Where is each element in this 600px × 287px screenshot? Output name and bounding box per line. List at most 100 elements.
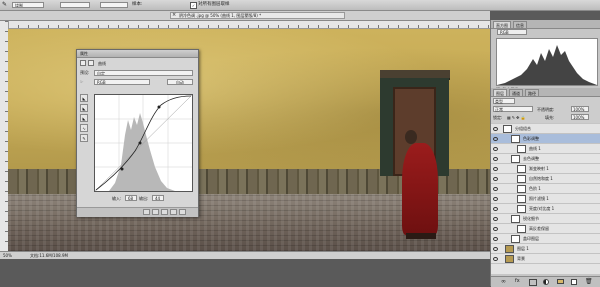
- eye-icon[interactable]: [493, 167, 498, 171]
- sample-size-select[interactable]: [60, 2, 90, 8]
- eye-icon[interactable]: [493, 197, 498, 201]
- panel-title-text: 属性: [80, 51, 88, 56]
- curve-graph[interactable]: [94, 94, 193, 192]
- panel-title[interactable]: 属性: [77, 50, 198, 58]
- layer-thumbnail-icon: [517, 205, 526, 213]
- tab-channels[interactable]: 通道: [509, 89, 523, 96]
- layer-name: 亮度/对比度 1: [529, 206, 555, 211]
- output-field[interactable]: 44: [152, 195, 164, 201]
- blend-mode-select[interactable]: 正常: [493, 106, 533, 112]
- new-layer-icon[interactable]: [571, 279, 577, 285]
- tab-info[interactable]: 信息: [513, 21, 527, 28]
- eye-icon[interactable]: [493, 207, 498, 211]
- tab-paths[interactable]: 路径: [525, 89, 539, 96]
- layer-row[interactable]: 色彩调整: [491, 134, 600, 144]
- sample-all-layers-checkbox[interactable]: ✓: [190, 2, 197, 9]
- curve-point[interactable]: [120, 167, 124, 171]
- eye-icon[interactable]: [493, 147, 498, 151]
- output-label: 输出:: [139, 196, 149, 201]
- layer-row[interactable]: 渐变映射 1: [491, 164, 600, 174]
- layer-row[interactable]: 图层 1: [491, 244, 600, 254]
- tab-layers[interactable]: 图层: [493, 89, 507, 96]
- link-layers-icon[interactable]: ∞: [501, 278, 506, 285]
- curve-point[interactable]: [138, 141, 142, 145]
- smooth-icon[interactable]: ✎: [80, 134, 88, 142]
- layer-name: 锐化细节: [523, 216, 539, 221]
- horizontal-ruler: [8, 21, 490, 29]
- sample-all-layers-label: 对所有图层取样: [198, 2, 230, 7]
- document-tab[interactable]: 阴冷色调 .jpg @ 50% (曲线 1, 图层蒙版/8) *: [170, 12, 345, 19]
- filter-row: 类型: [493, 98, 599, 105]
- layer-row[interactable]: 分组组合: [491, 124, 600, 134]
- preset-label: 预设:: [80, 70, 90, 75]
- layer-row[interactable]: 背景: [491, 254, 600, 264]
- layer-row[interactable]: 曲线 1: [491, 144, 600, 154]
- curves-header: 曲线: [77, 59, 198, 68]
- layer-name: 盖印图层: [523, 236, 539, 241]
- new-group-icon[interactable]: [557, 279, 564, 284]
- layer-name: 图层 1: [517, 246, 529, 251]
- eyedropper-icon[interactable]: ✎: [2, 1, 9, 8]
- curve-point[interactable]: [157, 105, 161, 109]
- view-previous-icon[interactable]: [152, 209, 159, 215]
- add-mask-icon[interactable]: [529, 279, 537, 286]
- eye-icon[interactable]: [493, 187, 498, 191]
- eye-icon[interactable]: [493, 237, 498, 241]
- histogram-tabs: 直方图 信息: [491, 20, 600, 29]
- histogram-channel-select[interactable]: RGB: [497, 29, 527, 35]
- panel-bottom-bar: [77, 207, 198, 217]
- zoom-level[interactable]: 50%: [3, 253, 12, 258]
- layer-row[interactable]: 锐化细节: [491, 214, 600, 224]
- delete-icon[interactable]: [179, 209, 186, 215]
- tab-histogram[interactable]: 直方图: [493, 21, 511, 28]
- opacity-field[interactable]: 100%: [571, 106, 589, 112]
- channel-select[interactable]: RGB: [94, 79, 150, 85]
- finger-tool-icon[interactable]: ☞: [80, 79, 84, 85]
- fill-field[interactable]: 100%: [571, 114, 589, 120]
- layer-row[interactable]: 色阶 1: [491, 184, 600, 194]
- eye-icon[interactable]: [493, 137, 498, 141]
- sample-midtone-icon[interactable]: ◣: [80, 104, 88, 112]
- curves-properties-panel: 属性 曲线 预设: 自定 ☞ RGB 自动 ◣ ◣ ◣ ∿ ✎ 输入: 68 输…: [76, 49, 199, 217]
- eye-icon[interactable]: [493, 157, 498, 161]
- eye-icon[interactable]: [493, 217, 498, 221]
- layer-row[interactable]: 高反差保留: [491, 224, 600, 234]
- eye-icon[interactable]: [493, 227, 498, 231]
- auto-button[interactable]: 自动: [167, 79, 193, 85]
- eye-icon[interactable]: [493, 127, 498, 131]
- sample-shadow-icon[interactable]: ◣: [80, 94, 88, 102]
- layer-row[interactable]: 去色调整: [491, 154, 600, 164]
- monk-feet: [406, 233, 436, 239]
- layer-name: 色彩调整: [523, 136, 539, 141]
- preset-select[interactable]: 自定: [94, 70, 193, 76]
- clip-to-layer-icon[interactable]: [143, 209, 150, 215]
- sample-select[interactable]: [100, 2, 128, 8]
- fx-icon[interactable]: fx: [515, 278, 520, 284]
- trash-icon[interactable]: 🗑: [585, 278, 593, 285]
- layer-filter-select[interactable]: 类型: [493, 98, 515, 104]
- eye-icon[interactable]: [493, 247, 498, 251]
- histogram-svg: [497, 45, 597, 85]
- eye-icon[interactable]: [493, 257, 498, 261]
- layer-row[interactable]: 盖印图层: [491, 234, 600, 244]
- reset-icon[interactable]: [161, 209, 168, 215]
- lock-icons[interactable]: ▦✎✥🔒: [507, 114, 526, 121]
- tool-preset-select[interactable]: 烧制: [12, 2, 44, 8]
- blend-row: 正常 不透明度: 100%: [493, 106, 599, 113]
- layer-row[interactable]: 亮度/对比度 1: [491, 204, 600, 214]
- workspace-background: [0, 259, 490, 286]
- layer-row[interactable]: 自然饱和度 1: [491, 174, 600, 184]
- mask-icon[interactable]: [88, 60, 94, 66]
- layer-thumbnail-icon: [517, 225, 526, 233]
- sample-highlight-icon[interactable]: ◣: [80, 114, 88, 122]
- layer-name: 背景: [517, 256, 525, 261]
- layer-row[interactable]: 照片滤镜 1: [491, 194, 600, 204]
- input-field[interactable]: 68: [125, 195, 137, 201]
- eye-icon[interactable]: [493, 177, 498, 181]
- close-tab-icon[interactable]: ×: [172, 13, 176, 18]
- adjustment-icon: [80, 60, 86, 66]
- layer-thumbnail-icon: [505, 255, 514, 263]
- visibility-icon[interactable]: [170, 209, 177, 215]
- curve-pencil-icon[interactable]: ∿: [80, 124, 88, 132]
- adjustment-layer-icon[interactable]: [543, 279, 549, 285]
